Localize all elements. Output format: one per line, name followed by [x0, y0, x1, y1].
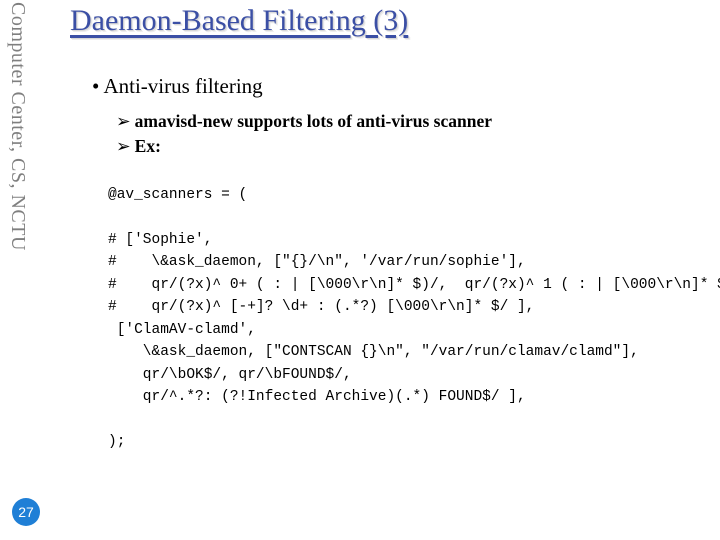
sub-bullet-2: ➢Ex: — [116, 134, 710, 159]
code-block: @av_scanners = ( # ['Sophie', # \&ask_da… — [108, 184, 710, 454]
org-label: Computer Center, CS, NCTU — [6, 2, 29, 251]
bullet-level-2: ➢amavisd-new supports lots of anti-virus… — [116, 109, 710, 158]
sub-bullet-1: ➢amavisd-new supports lots of anti-virus… — [116, 109, 710, 134]
arrow-icon: ➢ — [116, 136, 131, 156]
slide-content: Daemon-Based Filtering (3) • Anti-virus … — [70, 0, 710, 454]
arrow-icon: ➢ — [116, 111, 131, 131]
bullet-level-1: • Anti-virus filtering — [92, 74, 710, 99]
slide-title: Daemon-Based Filtering (3) — [70, 4, 710, 38]
page-number-badge: 27 — [12, 498, 40, 526]
sidebar: Computer Center, CS, NCTU 27 — [0, 0, 50, 540]
